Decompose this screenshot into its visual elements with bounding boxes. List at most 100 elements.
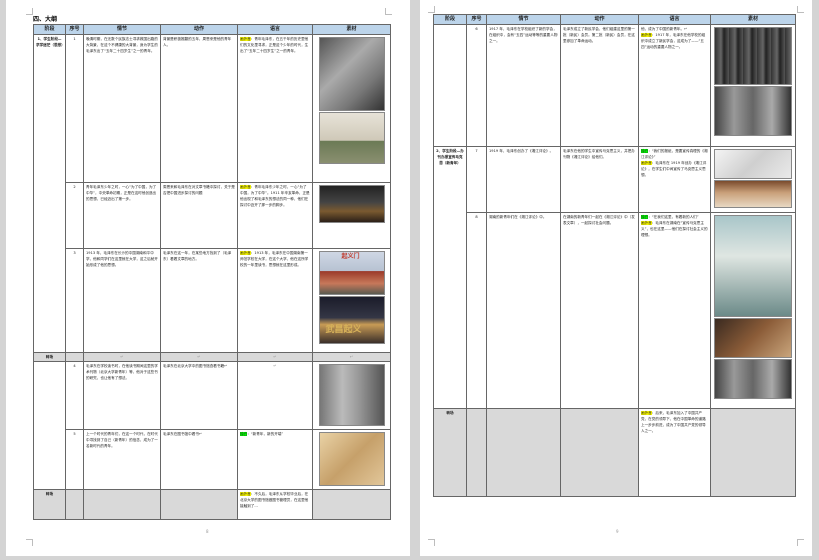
transition-cell [83,489,161,520]
action-cell: 在湖南的新青年们一起在《湘江评论》中（发表文章），一起探讨社会问题。 [560,212,639,409]
table-row: 6 1917 年，毛泽东在学校组织了新的学会，在组织中，会有“五四”运动等等的重… [433,24,796,147]
language-text: ：“在我们这里，有着新的人们” [648,215,699,219]
reading-image [714,318,792,358]
language-text: ：“我们的报纸，是要宣传真理的《湘江评论》” [641,149,708,159]
column-header: 动作 [160,24,238,35]
column-header: 序号 [65,24,84,35]
row-number: 4 [65,361,84,430]
row-number: 7 [466,146,487,213]
action-cell: 毛泽东在图书馆中看书↵ [160,429,238,490]
plot-cell: 毛泽东在学校读书时，在他读书期间这里的学术刊物（北京大学新青年）等，他对于这些书… [83,361,161,430]
language-tag: 画外音 [641,411,652,415]
column-header: 情节 [83,24,161,35]
row-number: 6 [466,24,487,147]
material-cell [312,182,391,249]
memorial-gate-image [318,112,385,164]
material-cell [710,212,796,409]
language-text: ：“新青年，新的开端” [247,432,284,436]
page-corner-mark [26,539,33,546]
column-header: 语言 [237,24,313,35]
language-tag: 画外音 [240,37,251,41]
material-cell: 起义门 武昌起义 [312,248,391,353]
language-cell: 画外音：青年毛泽东，在五千年的历史里他们的文化里寻求，正是这个少年的时代，生出了… [237,34,313,183]
badge-text: 武昌起义 [325,325,362,335]
page-corner-mark [797,6,804,13]
transition-row: 转场 画外音：后来，毛泽东加入了中国共产党，在党的领导下，他在中国革命的道路上一… [433,408,796,497]
transition-cell [466,408,487,497]
table-row: 2 青年毛泽东少年之时，一心“为了中国，为了中华”，中央革命初期，正是在这时他创… [34,182,391,249]
plot-cell: 1913 年，毛泽东在长沙的中国湖南和平中学，他和同学们在这里就在大学，这之后就… [83,248,161,353]
column-header: 情节 [486,14,561,25]
transition-cell: ↵ [83,352,161,362]
document-page-left: 四、大纲 阶段 序号 情节 动作 语言 素材 1、学生阶段—求学迷茫（思想） 1… [6,0,410,556]
material-cell [710,24,796,147]
material-cell [312,34,391,183]
plot-cell: 1917 年，毛泽东在学校组织了新的学会，在组织中，会有“五四”运动等等的重要人… [486,24,561,147]
transition-cell [160,489,238,520]
action-cell: 背景是积极推翻的五年，周恩来是他的青年人。 [160,34,238,183]
outline-table-right: 阶段 序号 情节 动作 语言 素材 6 1917 年，毛泽东在学校组织了新的学会… [433,14,796,497]
column-header: 阶段 [33,24,66,35]
language-cell: 独白：“新青年，新的开端” [237,429,313,490]
transition-cell: ↵ [312,352,391,362]
column-header: 阶段 [433,14,467,25]
language-cell: 画外音：后来，毛泽东加入了中国共产党，在党的领导下，他在中国革命的道路上一步步前… [638,408,711,497]
transition-label: 转场 [433,408,467,497]
transition-row: 转场 画外音：不久后，毛泽东从学校毕业后，在北京大学的图书馆做图书管理员，在这里… [33,489,391,520]
historical-photo [714,27,792,85]
table-row: 3 1913 年，毛泽东在长沙的中国湖南和平中学，他和同学们在这里就在大学，这之… [34,248,391,353]
plot-cell: 1919 年，毛泽东创办了《湘江评论》。 [486,146,561,213]
language-tag: 画外音 [641,221,652,225]
page-corner-mark [26,8,33,15]
language-tag: 画外音 [240,251,251,255]
street-image [318,364,385,426]
table-row: 5 上一个时代的青年们，在这一个时代，在时代中寻找到了自己（新青年）的信念，成为… [34,429,391,490]
language-cell: ↵ [237,361,313,430]
illustration-woman [714,215,792,317]
material-cell [312,429,391,490]
group-photo [714,359,792,399]
page-number: 8 [206,529,209,534]
transition-cell [65,489,84,520]
transition-cell [312,489,391,520]
portrait-image [318,37,385,111]
column-header: 素材 [312,24,391,35]
language-text: ：青年毛泽东，在五千年的历史里他们的文化里寻求，正是这个少年的时代，生出了“五年… [240,37,309,53]
sketch-image [714,149,792,179]
stage-cell: 2、学生阶段—办刊办报宣传马克思（新青年） [433,146,467,409]
stage-cell [433,24,467,147]
action-cell: 毛泽东成立了新民学会，他们组建这里的第一批（新民）会员。第二批（新民）会员，在这… [560,24,639,147]
plot-cell: 晚清时期，在无数个民族志士寻求救国出路的大背景，在这个不健康的大背景，身为学生的… [83,34,161,183]
transition-cell: ↵ [237,352,313,362]
material-cell [312,361,391,430]
historical-photo [714,86,792,136]
column-header: 语言 [638,14,711,25]
table-header-row: 阶段 序号 情节 动作 语言 素材 [33,24,391,35]
row-number: 3 [65,248,84,353]
column-header: 序号 [466,14,487,25]
action-cell: 毛泽东在这一年，在某些地方找到了（毛泽东）看着文章的地方。 [160,248,238,353]
language-cell: 画外音：青年毛泽东少年之时，一心“为了中国，为了中华”。1911 年辛亥革命，正… [237,182,313,249]
document-page-right: 阶段 序号 情节 动作 语言 素材 6 1917 年，毛泽东在学校组织了新的学会… [420,0,812,556]
transition-cell [560,408,639,497]
transition-cell: ↵ [160,352,238,362]
row-number: 5 [65,429,84,490]
language-cell: 画外音：1913 年，毛泽东在中国湖南第一师范学校在大学，在这个大学，他在这所学… [237,248,313,353]
night-building-image: 武昌起义 [318,296,385,344]
table-row: 2、学生阶段—办刊办报宣传马克思（新青年） 7 1919 年，毛泽东创办了《湘江… [433,146,796,409]
language-tag: 画外音 [641,33,652,37]
section-heading: 四、大纲 [33,16,58,23]
document-scroll-image [318,432,385,486]
table-row: 1、学生阶段—求学迷茫（思想） 1 晚清时期，在无数个民族志士寻求救国出路的大背… [33,34,391,353]
language-text: ：1913 年，毛泽东在中国湖南第一师范学校在大学，在这个大学，他在这所学校的一… [240,251,309,267]
action-cell: 毛泽东在北京大学中的图书馆查看书籍↵ [160,361,238,430]
language-cell: 独白：“我们的报纸，是要宣传真理的《湘江评论》” 画外音：毛泽东在 1919 年创… [638,146,711,213]
language-text: ：毛泽东在 1919 年创办《湘江评论》，在学生们中间宣传了马克思主义思想。 [641,161,707,177]
sign-text: 起义门 [341,253,360,260]
language-text: ：不久后，毛泽东从学校毕业后，在北京大学的图书馆做图书管理员，在这里他接触到了.… [240,492,309,508]
outline-table-left: 阶段 序号 情节 动作 语言 素材 1、学生阶段—求学迷茫（思想） 1 晚清时期… [33,24,391,520]
column-header: 素材 [710,14,796,25]
page-corner-mark [385,8,392,15]
language-cell: 他，成为了中国的新青年。↵ 画外音：1917 年，毛泽东在他学校的组织中成立了新民… [638,24,711,147]
table-row: 4 毛泽东在学校读书时，在他读书期间这里的学术刊物（北京大学新青年）等，他对于这… [33,361,391,490]
